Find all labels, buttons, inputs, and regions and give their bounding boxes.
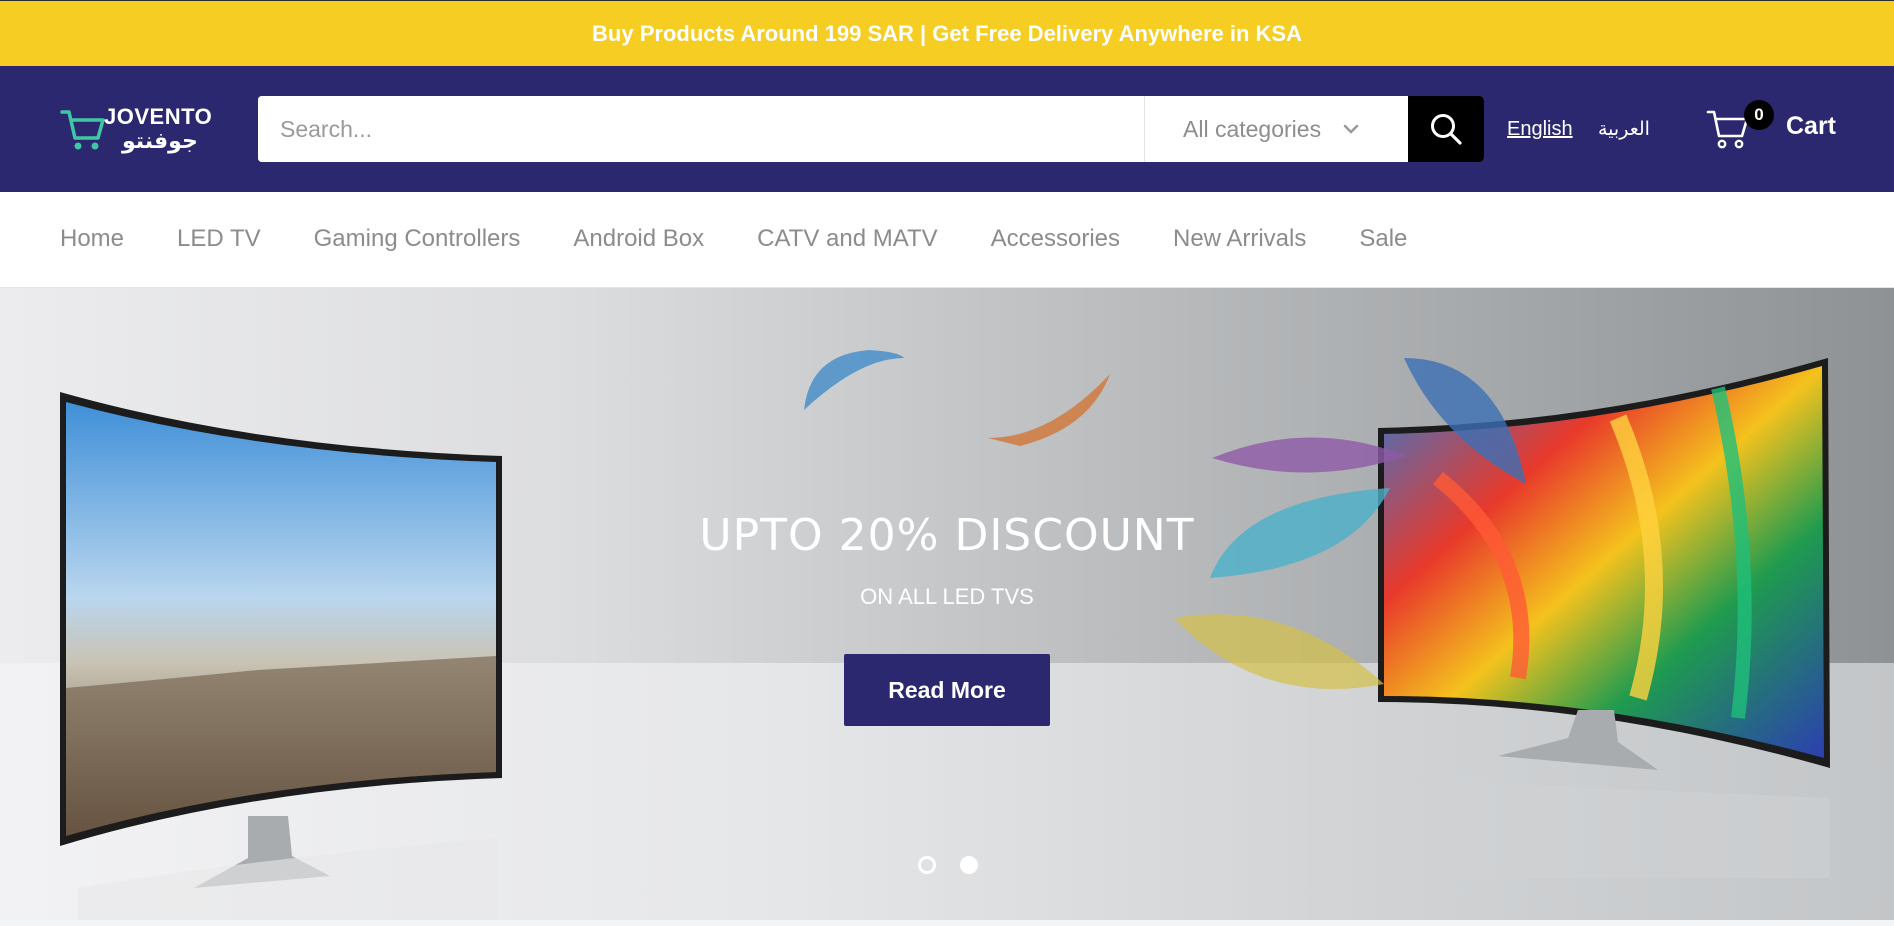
- language-arabic-link[interactable]: العربية: [1598, 118, 1650, 141]
- nav-item-sale[interactable]: Sale: [1359, 225, 1407, 253]
- slider-dot-1[interactable]: [918, 856, 936, 874]
- main-nav: Home LED TV Gaming Controllers Android B…: [0, 192, 1894, 288]
- cart-label: Cart: [1786, 112, 1837, 140]
- hero-title: UPTO 20% DISCOUNT: [699, 510, 1195, 561]
- category-select[interactable]: All categories: [1144, 96, 1408, 162]
- nav-item-android-box[interactable]: Android Box: [573, 225, 704, 253]
- logo-text-en: JOVENTO: [104, 104, 213, 129]
- cart-count-badge: 0: [1744, 100, 1774, 130]
- slider-dots: [918, 856, 978, 874]
- announcement-bar: Buy Products Around 199 SAR | Get Free D…: [0, 0, 1894, 66]
- site-header: JOVENTO جوفنتو All categories English ال…: [0, 66, 1894, 192]
- hero-subtitle: ON ALL LED TVS: [860, 584, 1034, 609]
- category-select-value: All categories: [1183, 115, 1322, 142]
- feather-decoration-icon: [988, 374, 1110, 446]
- shopping-cart-icon: [60, 110, 105, 150]
- search-button[interactable]: [1408, 96, 1484, 162]
- nav-item-accessories[interactable]: Accessories: [991, 225, 1120, 253]
- read-more-button[interactable]: Read More: [844, 654, 1050, 726]
- nav-item-led-tv[interactable]: LED TV: [177, 225, 261, 253]
- search-bar: All categories: [258, 96, 1484, 162]
- announcement-text: Buy Products Around 199 SAR | Get Free D…: [592, 20, 1302, 46]
- language-english-link[interactable]: English: [1507, 118, 1573, 141]
- chevron-down-icon: [1343, 124, 1359, 134]
- feather-decoration-icon: [1404, 358, 1526, 484]
- nav-item-new-arrivals[interactable]: New Arrivals: [1173, 225, 1306, 253]
- curved-tv-left-image: [60, 392, 502, 920]
- nav-item-catv-matv[interactable]: CATV and MATV: [757, 225, 938, 253]
- site-logo[interactable]: JOVENTO جوفنتو: [60, 104, 213, 156]
- slider-dot-2[interactable]: [960, 856, 978, 874]
- nav-item-gaming-controllers[interactable]: Gaming Controllers: [314, 225, 521, 253]
- logo-text-ar: جوفنتو: [122, 128, 198, 153]
- feather-decoration-icon: [804, 350, 904, 410]
- search-icon: [1431, 114, 1462, 145]
- cart-button[interactable]: 0 Cart: [1706, 100, 1856, 160]
- hero-slider: UPTO 20% DISCOUNT ON ALL LED TVS Read Mo…: [0, 288, 1894, 920]
- nav-item-home[interactable]: Home: [60, 225, 124, 253]
- search-input[interactable]: [258, 96, 1144, 162]
